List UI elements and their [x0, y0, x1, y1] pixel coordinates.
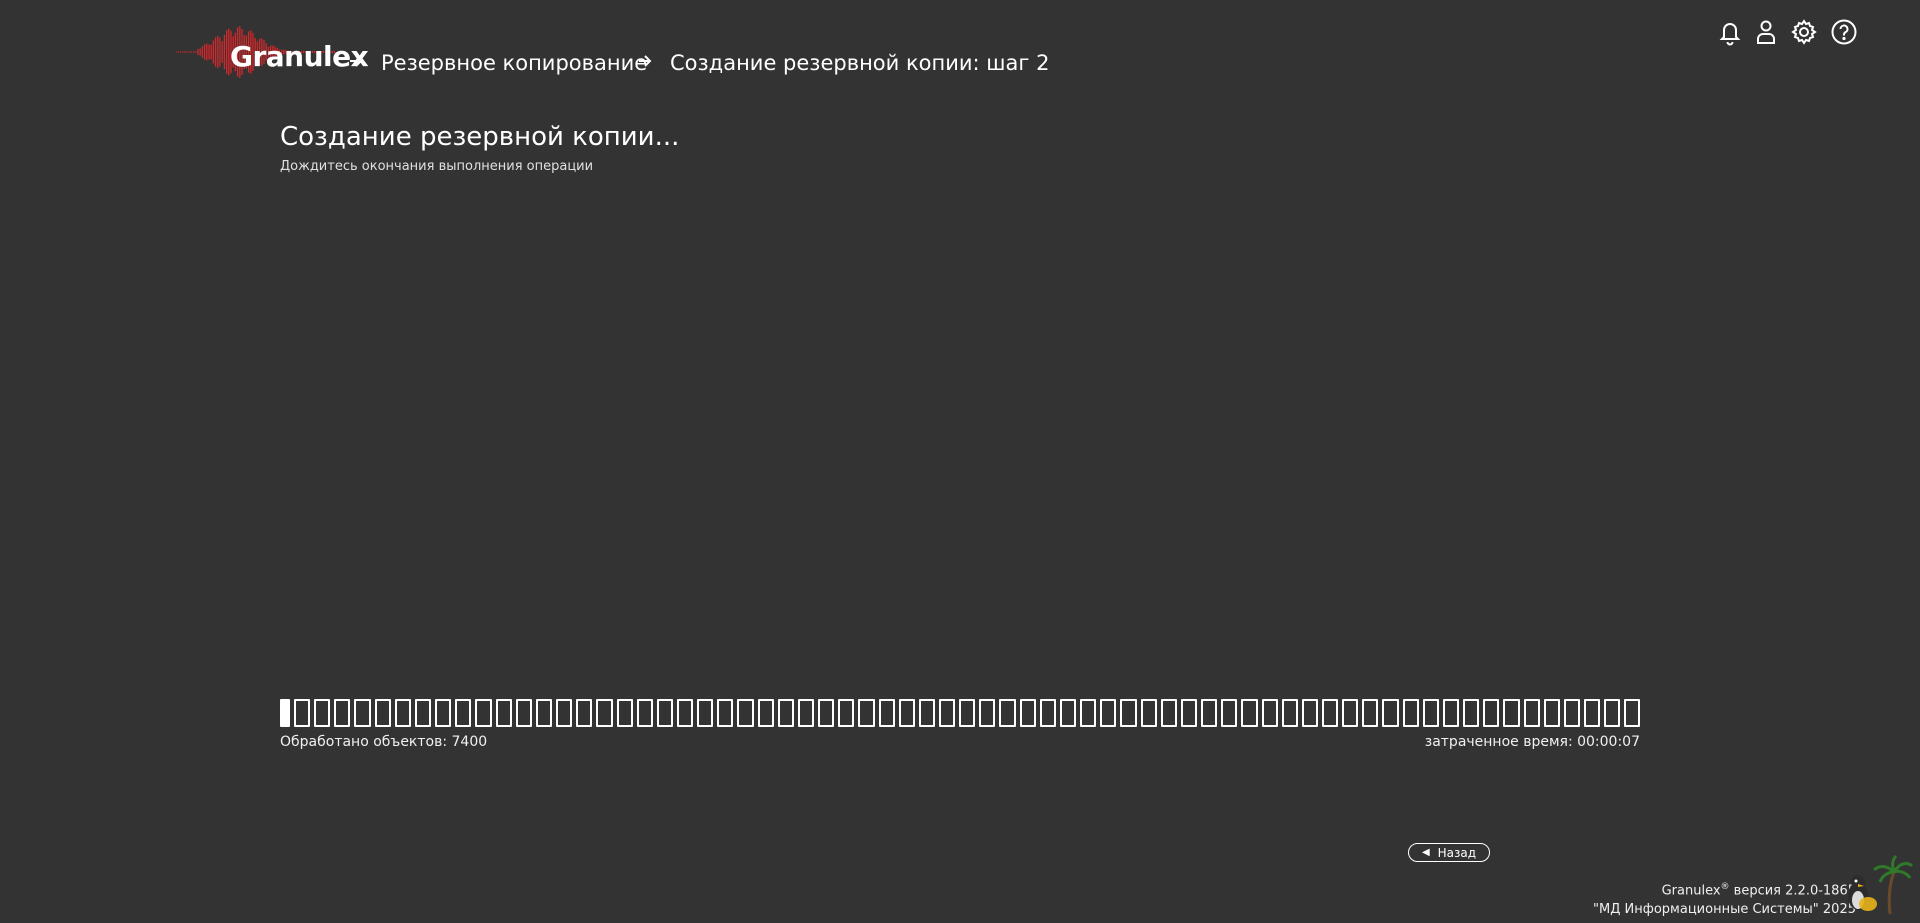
progress-cell [1100, 699, 1117, 727]
footer-copyright: "МД Информационные Системы" 2025 [1593, 902, 1856, 918]
progress-cell [1523, 699, 1540, 727]
progress-cell [858, 699, 875, 727]
progress-cell [1362, 699, 1379, 727]
progress-cell [797, 699, 815, 727]
page-title: Создание резервной копии... [280, 122, 680, 152]
progress-cell [1342, 699, 1359, 727]
progress-cell [1563, 699, 1580, 727]
progress-cell [697, 699, 714, 727]
progress-cell [717, 699, 734, 727]
progress-cell [515, 699, 532, 727]
progress-cell [1604, 699, 1621, 727]
progress-cell [1463, 699, 1480, 727]
progress-cell [1281, 699, 1298, 727]
progress-cell [1382, 699, 1399, 727]
progress-cell [918, 699, 935, 727]
registered-mark: ® [1720, 882, 1730, 892]
progress-cell [757, 699, 774, 727]
mascot-icon [1848, 854, 1914, 915]
footer: Granulex® версия 2.2.0-1865 "МД Информац… [1593, 878, 1856, 919]
progress-cell [354, 699, 371, 727]
progress-cell [535, 699, 553, 727]
progress-cell [777, 699, 794, 727]
progress-cell [1402, 699, 1419, 727]
progress-cell [596, 699, 613, 727]
progress-cell [1019, 699, 1036, 727]
progress-cell [1543, 699, 1560, 727]
progress-cell [1039, 699, 1056, 727]
progress-cell [556, 699, 573, 727]
progress-cell [475, 699, 492, 727]
progress-cell [1140, 699, 1157, 727]
progress-cell [676, 699, 694, 727]
progress-cell [1301, 699, 1318, 727]
progress-cell [737, 699, 754, 727]
progress-cell [1321, 699, 1339, 727]
progress-cell [818, 699, 835, 727]
progress-cell [999, 699, 1016, 727]
page-subtitle: Дождитесь окончания выполнения операции [280, 159, 594, 174]
progress-cell [1080, 699, 1097, 727]
progress-cell [878, 699, 895, 727]
progress-cell [1261, 699, 1278, 727]
progress-cell [1059, 699, 1077, 727]
progress-cell [616, 699, 633, 727]
progress-cell [838, 699, 855, 727]
progress-cell [1442, 699, 1460, 727]
progress-cell [414, 699, 432, 727]
progress-cell [1201, 699, 1218, 727]
progress-cell [455, 699, 472, 727]
triangle-left-icon: ◀ [1421, 847, 1430, 858]
progress-bar [280, 699, 1641, 729]
progress-cell [374, 699, 391, 727]
progress-cell [656, 699, 673, 727]
progress-cell [1241, 699, 1258, 727]
breadcrumb-backup[interactable]: Резервное копирование [381, 51, 647, 75]
progress-cell [394, 699, 411, 727]
elapsed-time: затраченное время: 00:00:07 [1424, 734, 1640, 750]
progress-cell [1584, 699, 1601, 727]
progress-cell [280, 699, 290, 727]
progress-cell [1221, 699, 1238, 727]
bell-icon[interactable] [1716, 18, 1744, 46]
progress-cell [979, 699, 996, 727]
progress-cell [314, 699, 331, 727]
back-button[interactable]: ◀ Назад [1408, 843, 1490, 862]
progress-cell [1483, 699, 1500, 727]
breadcrumb-arrow-icon [639, 55, 652, 67]
gear-icon[interactable] [1790, 18, 1818, 46]
user-icon[interactable] [1752, 18, 1780, 46]
progress-cell [435, 699, 452, 727]
back-button-label: Назад [1437, 845, 1477, 860]
processed-objects-count: Обработано объектов: 7400 [280, 734, 488, 750]
progress-cell [1422, 699, 1439, 727]
progress-cell [1120, 699, 1137, 727]
footer-product: Granulex [1661, 883, 1721, 899]
progress-cell [1624, 699, 1641, 727]
breadcrumb-create-backup-step2: Создание резервной копии: шаг 2 [670, 51, 1050, 75]
progress-cell [898, 699, 915, 727]
progress-cell [576, 699, 593, 727]
progress-cell [495, 699, 512, 727]
version-line: Granulex® версия 2.2.0-1865 [1593, 878, 1856, 900]
progress-cell [959, 699, 976, 727]
progress-cell [636, 699, 653, 727]
progress-cell [334, 699, 351, 727]
progress-cell [1180, 699, 1198, 727]
help-icon[interactable] [1830, 18, 1858, 46]
progress-cell [1160, 699, 1177, 727]
breadcrumb-arrow-icon [350, 55, 363, 67]
progress-cell [1503, 699, 1520, 727]
granulex-logo[interactable]: Granulex [176, 24, 369, 80]
progress-cell [939, 699, 956, 727]
progress-cell [294, 699, 311, 727]
